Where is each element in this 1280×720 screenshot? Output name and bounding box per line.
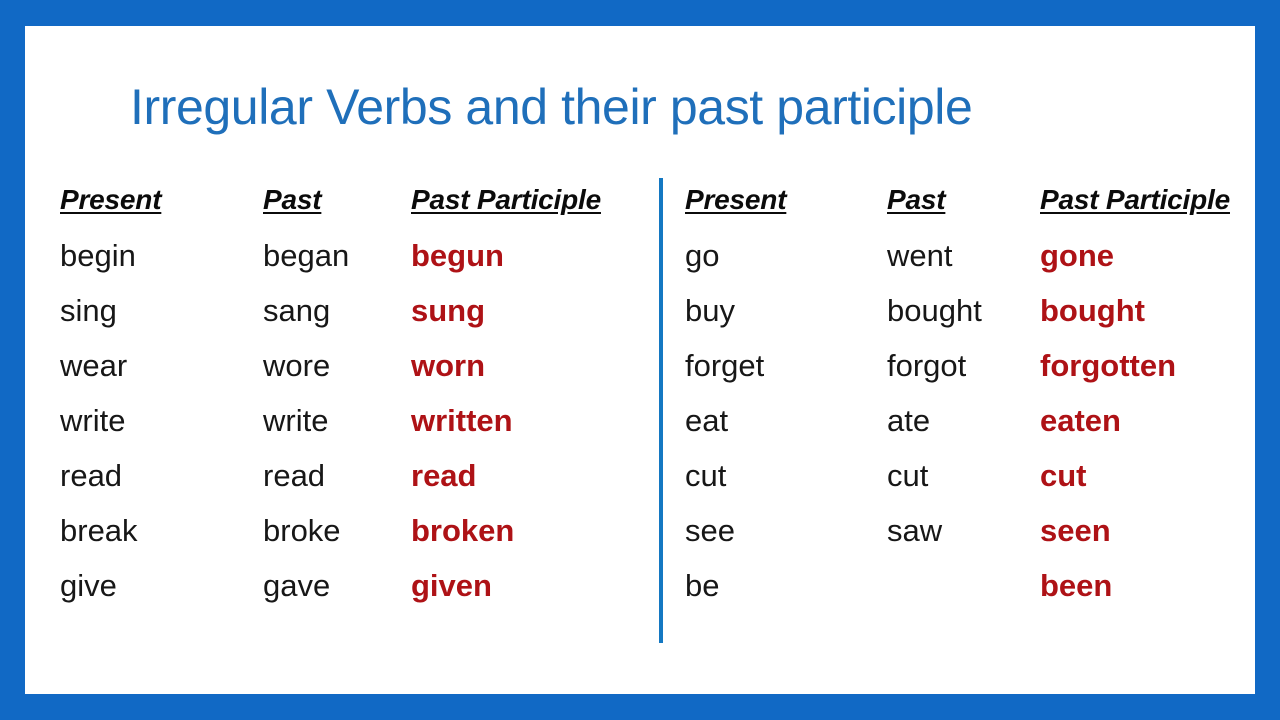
verb-cell-present: eat	[685, 403, 729, 438]
verb-cell-present: be	[685, 568, 720, 603]
verb-cell-participle: bought	[1040, 293, 1146, 328]
table-row: break broke broken	[60, 512, 635, 567]
table-row: begin began begun	[60, 237, 635, 292]
verb-cell-present: see	[685, 513, 735, 548]
column-header-past: Past	[263, 184, 322, 215]
verb-cell-participle: seen	[1040, 513, 1111, 548]
verb-cell-participle: sung	[411, 293, 486, 328]
verb-cell-past: broke	[263, 513, 341, 548]
verb-cell-past: ate	[887, 403, 931, 438]
verb-cell-past: read	[263, 458, 326, 493]
verb-cell-participle: begun	[411, 238, 504, 273]
verb-cell-participle: eaten	[1040, 403, 1121, 438]
verb-table-right: Present Past Past Participle go went gone buy b…	[685, 181, 1275, 622]
verb-cell-participle: been	[1040, 568, 1113, 603]
column-divider	[659, 178, 663, 643]
slide-frame: Irregular Verbs and their past participl…	[0, 0, 1280, 720]
verb-cell-past: bought	[887, 293, 982, 328]
table-header-row: Present Past Past Participle	[685, 181, 1275, 237]
verb-cell-participle: written	[411, 403, 513, 438]
verb-cell-past: wore	[263, 348, 331, 383]
verb-cell-present: forget	[685, 348, 765, 383]
table-row: cut cut cut	[685, 457, 1275, 512]
verb-cell-present: give	[60, 568, 117, 603]
verb-cell-present: begin	[60, 238, 136, 273]
verb-cell-past: went	[887, 238, 953, 273]
verb-cell-present: write	[60, 403, 126, 438]
table-row: see saw seen	[685, 512, 1275, 567]
verb-cell-present: buy	[685, 293, 735, 328]
table-row: write write written	[60, 402, 635, 457]
column-header-past: Past	[887, 184, 946, 215]
verb-cell-past: began	[263, 238, 350, 273]
verb-cell-past: gave	[263, 568, 331, 603]
column-header-present: Present	[685, 184, 787, 215]
table-row: buy bought bought	[685, 292, 1275, 347]
page-title: Irregular Verbs and their past participl…	[130, 79, 973, 135]
table-row: forget forgot forgotten	[685, 347, 1275, 402]
verb-cell-past: sang	[263, 293, 331, 328]
slide-canvas: Irregular Verbs and their past participl…	[25, 26, 1255, 694]
verb-cell-participle: read	[411, 458, 477, 493]
verb-cell-participle: cut	[1040, 458, 1087, 493]
column-header-participle: Past Participle	[411, 184, 601, 215]
verb-cell-participle: broken	[411, 513, 515, 548]
verb-cell-participle: gone	[1040, 238, 1115, 273]
verb-cell-present: cut	[685, 458, 727, 493]
table-row: eat ate eaten	[685, 402, 1275, 457]
table-row: read read read	[60, 457, 635, 512]
table-row: go went gone	[685, 237, 1275, 292]
verb-table-left: Present Past Past Participle begin began begu…	[60, 181, 635, 622]
table-row: wear wore worn	[60, 347, 635, 402]
verb-cell-participle: worn	[411, 348, 486, 383]
verb-cell-present: break	[60, 513, 138, 548]
table-row: sing sang sung	[60, 292, 635, 347]
verb-cell-present: read	[60, 458, 123, 493]
verb-cell-past: write	[263, 403, 329, 438]
table-row: give gave given	[60, 567, 635, 622]
verb-cell-participle: forgotten	[1040, 348, 1177, 383]
verb-cell-past: forgot	[887, 348, 967, 383]
verb-cell-past: saw	[887, 513, 943, 548]
verb-cell-present: wear	[60, 348, 128, 383]
column-header-participle: Past Participle	[1040, 184, 1230, 215]
verb-cell-past: cut	[887, 458, 929, 493]
column-header-present: Present	[60, 184, 162, 215]
verb-cell-present: go	[685, 238, 720, 273]
verb-cell-participle: given	[411, 568, 492, 603]
table-header-row: Present Past Past Participle	[60, 181, 635, 237]
verb-cell-present: sing	[60, 293, 117, 328]
table-row: be been	[685, 567, 1275, 622]
